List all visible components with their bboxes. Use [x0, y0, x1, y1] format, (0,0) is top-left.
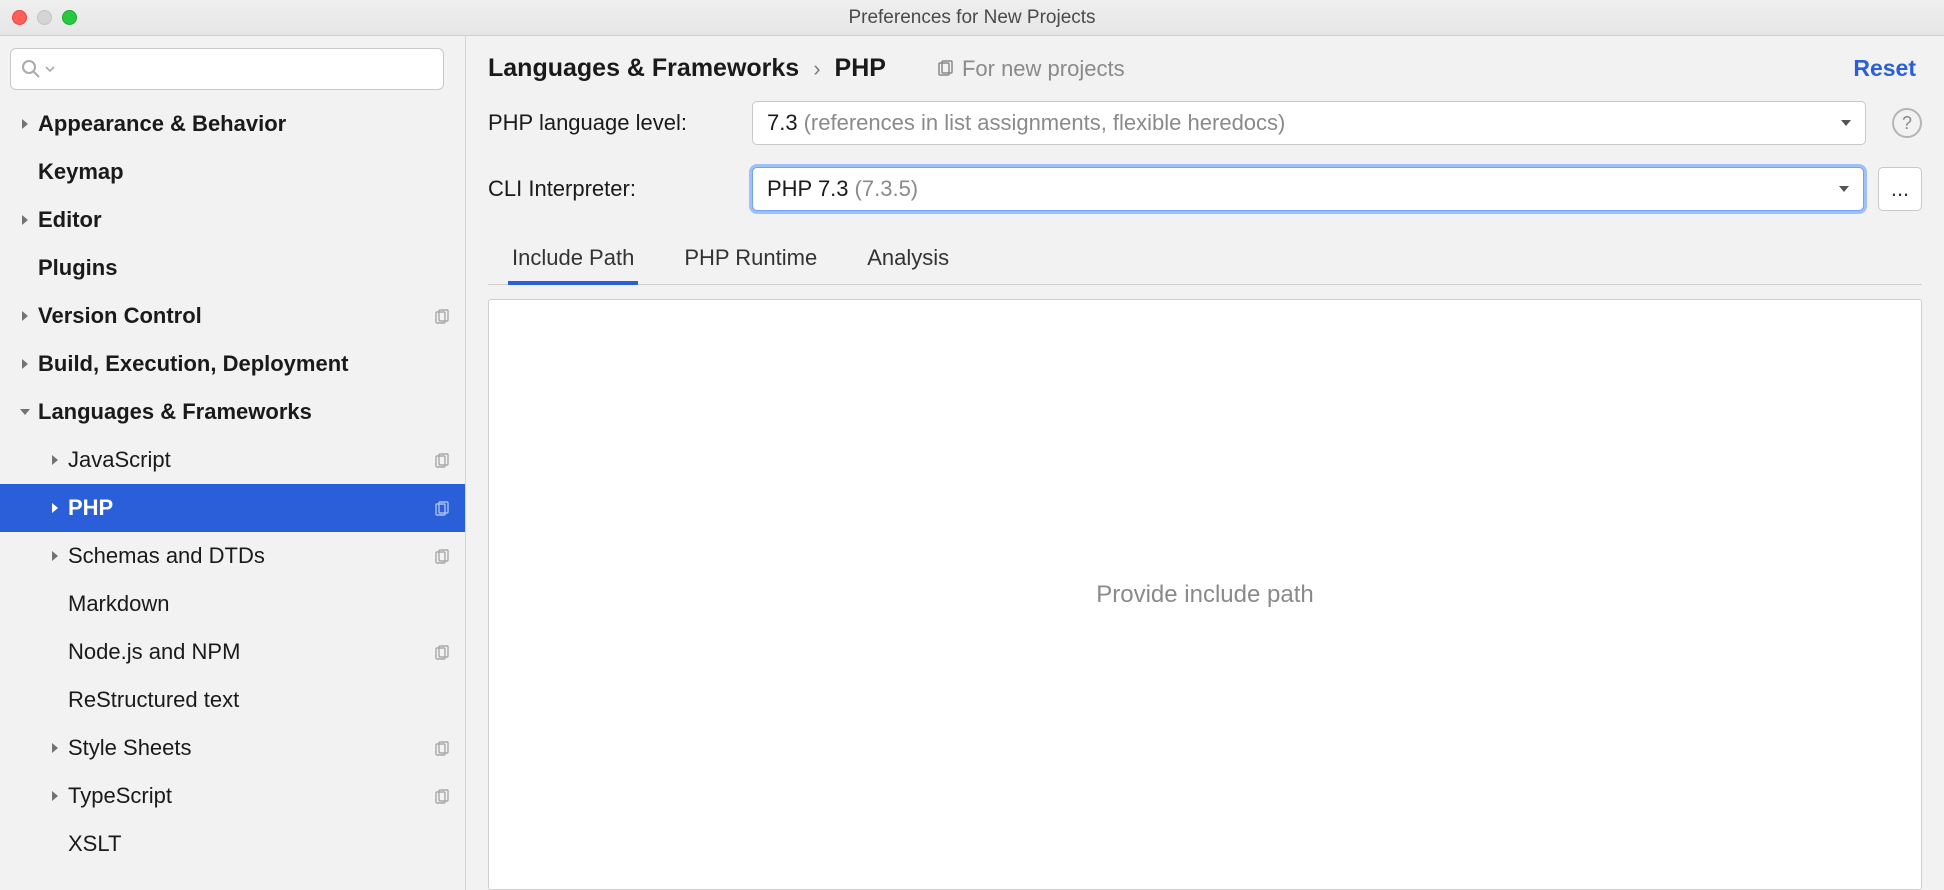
chevron-right-icon[interactable]	[18, 213, 32, 227]
tab-php-runtime[interactable]: PHP Runtime	[680, 239, 821, 284]
disclosure-spacer	[48, 837, 62, 851]
tab-analysis[interactable]: Analysis	[863, 239, 953, 284]
copy-icon	[433, 546, 453, 566]
sidebar-item-label: Markdown	[68, 591, 453, 617]
sidebar-item-label: Style Sheets	[68, 735, 425, 761]
breadcrumb: Languages & Frameworks › PHP	[488, 54, 886, 83]
chevron-down-icon	[1837, 182, 1851, 196]
chevron-right-icon[interactable]	[48, 453, 62, 467]
copy-icon	[433, 738, 453, 758]
chevron-right-icon[interactable]	[18, 117, 32, 131]
sidebar-item-label: JavaScript	[68, 447, 425, 473]
copy-icon	[433, 498, 453, 518]
sidebar-item-label: Editor	[38, 207, 453, 233]
sidebar-item-restructured-text[interactable]: ReStructured text	[0, 676, 465, 724]
sidebar-item-label: Languages & Frameworks	[38, 399, 453, 425]
search-input[interactable]	[59, 58, 433, 80]
sidebar-item-xslt[interactable]: XSLT	[0, 820, 465, 868]
sidebar-item-node-js-and-npm[interactable]: Node.js and NPM	[0, 628, 465, 676]
sidebar-item-label: Keymap	[38, 159, 453, 185]
sidebar-item-plugins[interactable]: Plugins	[0, 244, 465, 292]
sidebar-item-build-execution-deployment[interactable]: Build, Execution, Deployment	[0, 340, 465, 388]
breadcrumb-parent: Languages & Frameworks	[488, 54, 799, 83]
disclosure-spacer	[48, 693, 62, 707]
reset-button[interactable]: Reset	[1853, 55, 1916, 82]
chevron-down-icon	[45, 64, 55, 74]
sidebar-item-label: Version Control	[38, 303, 425, 329]
sidebar-item-editor[interactable]: Editor	[0, 196, 465, 244]
for-new-projects-hint: For new projects	[936, 56, 1125, 82]
titlebar: Preferences for New Projects	[0, 0, 1944, 36]
cli-interpreter-label: CLI Interpreter:	[488, 176, 738, 202]
window-title: Preferences for New Projects	[0, 7, 1944, 29]
chevron-down-icon	[1839, 116, 1853, 130]
cli-interpreter-select[interactable]: PHP 7.3 (7.3.5)	[752, 167, 1864, 211]
disclosure-spacer	[18, 261, 32, 275]
copy-icon	[433, 450, 453, 470]
sidebar-item-label: Appearance & Behavior	[38, 111, 453, 137]
sidebar-item-style-sheets[interactable]: Style Sheets	[0, 724, 465, 772]
chevron-right-icon[interactable]	[18, 309, 32, 323]
sidebar-item-languages-frameworks[interactable]: Languages & Frameworks	[0, 388, 465, 436]
copy-icon	[433, 306, 453, 326]
copy-icon	[936, 60, 954, 78]
php-language-level-select[interactable]: 7.3 (references in list assignments, fle…	[752, 101, 1866, 145]
chevron-right-icon[interactable]	[18, 357, 32, 371]
sidebar-item-schemas-and-dtds[interactable]: Schemas and DTDs	[0, 532, 465, 580]
sidebar-item-typescript[interactable]: TypeScript	[0, 772, 465, 820]
chevron-right-icon[interactable]	[48, 741, 62, 755]
chevron-right-icon[interactable]	[48, 789, 62, 803]
sidebar-item-label: Node.js and NPM	[68, 639, 425, 665]
sidebar-item-markdown[interactable]: Markdown	[0, 580, 465, 628]
copy-icon	[433, 642, 453, 662]
disclosure-spacer	[48, 645, 62, 659]
sidebar-item-label: TypeScript	[68, 783, 425, 809]
sidebar-item-php[interactable]: PHP	[0, 484, 465, 532]
sidebar-item-keymap[interactable]: Keymap	[0, 148, 465, 196]
include-path-panel: Provide include path	[488, 299, 1922, 890]
search-field[interactable]	[10, 48, 444, 90]
chevron-down-icon[interactable]	[18, 405, 32, 419]
sidebar-item-label: Schemas and DTDs	[68, 543, 425, 569]
sidebar-item-appearance-behavior[interactable]: Appearance & Behavior	[0, 100, 465, 148]
settings-tree: Appearance & Behavior Keymap Editor Plugins…	[0, 100, 465, 868]
sidebar-item-label: PHP	[68, 495, 425, 521]
include-path-placeholder: Provide include path	[1096, 581, 1313, 609]
browse-interpreter-button[interactable]: ...	[1878, 167, 1922, 211]
sidebar-item-version-control[interactable]: Version Control	[0, 292, 465, 340]
chevron-right-icon[interactable]	[48, 501, 62, 515]
disclosure-spacer	[48, 597, 62, 611]
help-button[interactable]: ?	[1892, 108, 1922, 138]
tab-include-path[interactable]: Include Path	[508, 239, 638, 285]
sidebar-item-label: ReStructured text	[68, 687, 453, 713]
search-icon	[21, 59, 41, 79]
sidebar-item-label: Plugins	[38, 255, 453, 281]
settings-sidebar: Appearance & Behavior Keymap Editor Plugins…	[0, 36, 466, 890]
breadcrumb-separator: ›	[813, 56, 820, 82]
disclosure-spacer	[18, 165, 32, 179]
sidebar-item-label: Build, Execution, Deployment	[38, 351, 453, 377]
copy-icon	[433, 786, 453, 806]
sidebar-item-javascript[interactable]: JavaScript	[0, 436, 465, 484]
php-language-level-label: PHP language level:	[488, 110, 738, 136]
chevron-right-icon[interactable]	[48, 549, 62, 563]
sidebar-item-label: XSLT	[68, 831, 453, 857]
breadcrumb-current: PHP	[835, 54, 886, 83]
